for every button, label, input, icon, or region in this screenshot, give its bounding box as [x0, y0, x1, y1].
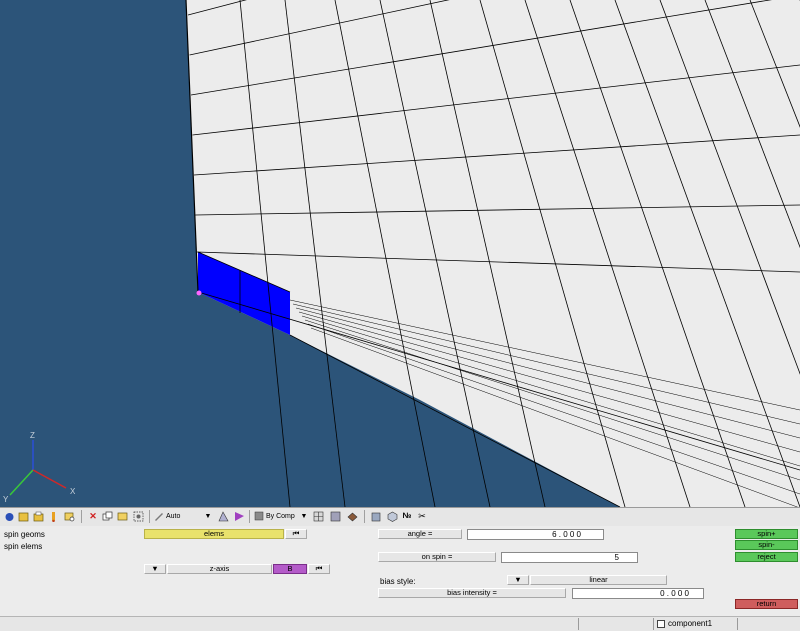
- chevron-down-icon: ▼: [151, 565, 158, 573]
- spin-plus-button[interactable]: spin+: [735, 529, 798, 539]
- toolbar: ✕ Auto ▼ By Comp ▼ № ✂: [0, 507, 800, 527]
- delete-icon[interactable]: ✕: [87, 510, 99, 522]
- base-node-button[interactable]: B: [273, 564, 307, 574]
- on-spin-button[interactable]: on spin =: [378, 552, 496, 562]
- open-icon[interactable]: [3, 510, 15, 522]
- reset-axis-button[interactable]: ⏮: [308, 564, 330, 574]
- toolbar-separator: [364, 510, 365, 523]
- toolbar-separator: [149, 510, 150, 523]
- find-icon[interactable]: [63, 510, 75, 522]
- spin-minus-button[interactable]: spin-: [735, 540, 798, 550]
- scissors-icon[interactable]: ✂: [416, 510, 428, 522]
- save-icon[interactable]: [17, 510, 29, 522]
- copy-icon[interactable]: [101, 510, 113, 522]
- reject-button[interactable]: reject: [735, 552, 798, 562]
- component-name: component1: [668, 619, 712, 628]
- wireframe-icon[interactable]: [312, 510, 324, 522]
- spin-geoms-label: spin geoms: [4, 530, 45, 539]
- import-icon[interactable]: [32, 510, 44, 522]
- return-button[interactable]: return: [735, 599, 798, 609]
- shaded-edges-icon[interactable]: [346, 510, 358, 522]
- display-mode-label: Auto: [166, 513, 180, 520]
- cube-icon[interactable]: [386, 510, 398, 522]
- chevron-down-icon[interactable]: ▼: [203, 510, 213, 522]
- bias-style-value-button[interactable]: linear: [530, 575, 667, 585]
- reset-icon: ⏮: [293, 530, 300, 538]
- spin-panel: spin geoms spin elems elems ⏮ ▼ z-axis B…: [0, 526, 800, 616]
- axis-button[interactable]: z-axis: [167, 564, 272, 574]
- axis-label-x: X: [70, 487, 76, 496]
- organize-icon[interactable]: [116, 510, 128, 522]
- checkbox-icon: [657, 620, 665, 628]
- color-mode-select[interactable]: By Comp: [254, 510, 302, 522]
- reset-icon: ⏮: [316, 565, 323, 573]
- shaded-icon[interactable]: [329, 510, 341, 522]
- axis-triad: Z Y X: [3, 431, 76, 504]
- display-mode-select[interactable]: Auto: [154, 510, 206, 522]
- chevron-down-icon[interactable]: ▼: [299, 510, 309, 522]
- bias-style-dropdown[interactable]: ▼: [507, 575, 529, 585]
- axis-label-y: Y: [3, 495, 9, 504]
- toolbar-separator: [81, 510, 82, 523]
- angle-button[interactable]: angle =: [378, 529, 462, 539]
- info-icon[interactable]: [47, 510, 59, 522]
- mask-icon[interactable]: [132, 510, 144, 522]
- spin-elems-label: spin elems: [4, 542, 42, 551]
- current-component[interactable]: component1: [653, 618, 737, 630]
- bias-intensity-field[interactable]: 0 . 0 0 0: [572, 588, 704, 599]
- status-bar: component1: [0, 616, 800, 631]
- angle-field[interactable]: 6 . 0 0 0: [467, 529, 604, 540]
- axis-label-z: Z: [30, 431, 35, 440]
- bias-style-label: bias style:: [380, 577, 416, 586]
- status-cell: [737, 618, 800, 630]
- mesh-display[interactable]: Z Y X: [0, 0, 800, 507]
- chevron-down-icon: ▼: [514, 576, 521, 584]
- box-icon[interactable]: [370, 510, 382, 522]
- numbers-icon[interactable]: №: [401, 510, 413, 522]
- color-icon[interactable]: [233, 510, 245, 522]
- node-marker[interactable]: [197, 291, 202, 296]
- status-cell: [578, 618, 653, 630]
- bias-intensity-button[interactable]: bias intensity =: [378, 588, 566, 598]
- reset-selection-button[interactable]: ⏮: [285, 529, 307, 539]
- elems-selector-button[interactable]: elems: [144, 529, 284, 539]
- toolbar-separator: [249, 510, 250, 523]
- on-spin-field[interactable]: 5: [501, 552, 638, 563]
- axis-dropdown[interactable]: ▼: [144, 564, 166, 574]
- shape-icon[interactable]: [217, 510, 229, 522]
- color-mode-label: By Comp: [266, 513, 295, 520]
- graphics-viewport[interactable]: Z Y X: [0, 0, 800, 507]
